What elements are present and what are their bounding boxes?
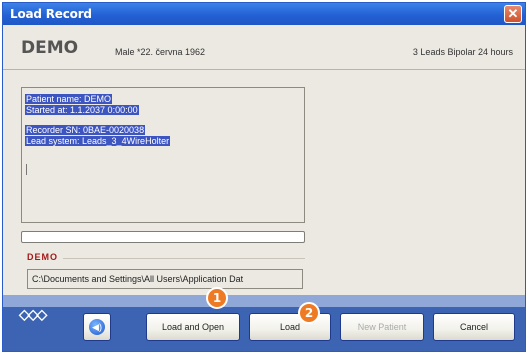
speaker-icon: ◀) xyxy=(89,319,105,335)
close-icon[interactable]: ✕ xyxy=(504,5,522,23)
info-line-patient-name: Patient name: DEMO xyxy=(25,94,113,104)
group-label: DEMO xyxy=(27,252,58,262)
load-record-dialog: Load Record ✕ DEMO Male *22. června 1962… xyxy=(2,2,526,352)
load-and-open-button[interactable]: Load and Open xyxy=(146,313,240,341)
info-line-blank xyxy=(25,116,170,125)
logo-icon: ◇◇◇ xyxy=(19,306,47,322)
patient-name: DEMO xyxy=(21,38,79,58)
footer-strip xyxy=(3,295,525,307)
record-info-lines: Patient name: DEMO Started at: 1.1.2037 … xyxy=(25,94,171,147)
text-caret xyxy=(26,164,27,175)
info-line-lead-system: Lead system: Leads_3_4WireHolter xyxy=(25,136,171,146)
patient-header: DEMO Male *22. června 1962 3 Leads Bipol… xyxy=(3,26,525,68)
file-path-field[interactable]: C:\Documents and Settings\All Users\Appl… xyxy=(27,269,303,289)
group-divider xyxy=(63,258,305,259)
step-badge-2: 2 xyxy=(298,302,320,324)
window-title: Load Record xyxy=(10,7,92,21)
leads-info: 3 Leads Bipolar 24 hours xyxy=(412,47,513,57)
record-info-textbox[interactable]: Patient name: DEMO Started at: 1.1.2037 … xyxy=(21,87,305,223)
step-badge-1: 1 xyxy=(206,287,228,309)
progress-bar xyxy=(21,231,305,243)
speaker-button[interactable]: ◀) xyxy=(83,313,111,341)
patient-info: Male *22. června 1962 xyxy=(115,47,206,57)
new-patient-button[interactable]: New Patient xyxy=(340,313,424,341)
footer-bar: ◇◇◇ ◀) Load and Open Load New Patient Ca… xyxy=(3,295,525,351)
info-line-recorder-sn: Recorder SN: 0BAE-0020038 xyxy=(25,125,146,135)
header-divider xyxy=(3,69,525,70)
info-line-started-at: Started at: 1.1.2037 0:00:00 xyxy=(25,105,139,115)
title-bar[interactable]: Load Record ✕ xyxy=(3,3,525,25)
cancel-button[interactable]: Cancel xyxy=(433,313,515,341)
